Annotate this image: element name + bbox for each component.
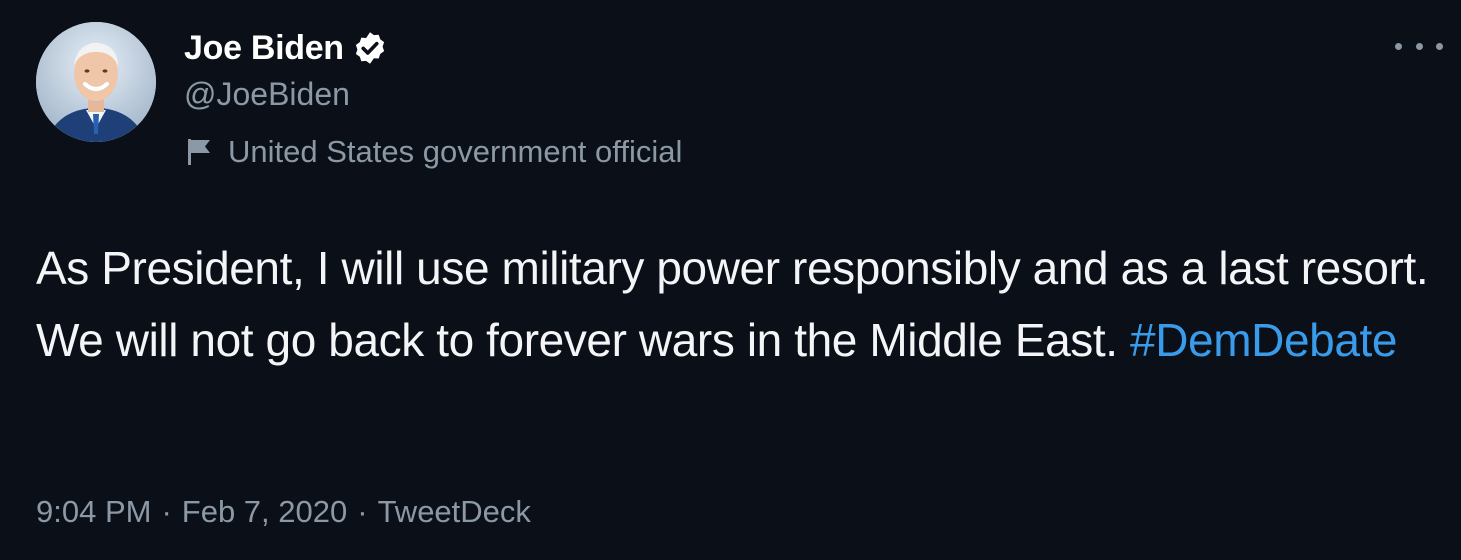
tweet-card: Joe Biden @JoeBiden United States govern…	[0, 0, 1461, 560]
more-dot	[1395, 42, 1402, 50]
hashtag-link[interactable]: #DemDebate	[1130, 314, 1397, 366]
tweet-time[interactable]: 9:04 PM	[36, 494, 151, 530]
author-avatar[interactable]	[36, 22, 156, 142]
author-display-name[interactable]: Joe Biden	[184, 29, 344, 68]
tweet-text: As President, I will use military power …	[36, 232, 1436, 376]
government-label[interactable]: United States government official	[186, 134, 682, 170]
verified-badge-icon	[352, 30, 388, 66]
meta-separator: ·	[161, 494, 172, 529]
more-dot	[1415, 42, 1423, 50]
tweet-meta: 9:04 PM · Feb 7, 2020 · TweetDeck	[36, 494, 531, 530]
government-label-text: United States government official	[228, 134, 683, 169]
tweet-date[interactable]: Feb 7, 2020	[182, 494, 347, 530]
author-handle[interactable]: @JoeBiden	[184, 76, 350, 113]
more-dot	[1436, 42, 1443, 50]
avatar-photo	[36, 22, 156, 142]
meta-separator: ·	[357, 494, 368, 529]
tweet-source[interactable]: TweetDeck	[378, 494, 531, 530]
flag-icon	[186, 137, 214, 167]
author-name-row: Joe Biden	[184, 24, 388, 72]
more-options-icon[interactable]	[1395, 30, 1443, 62]
